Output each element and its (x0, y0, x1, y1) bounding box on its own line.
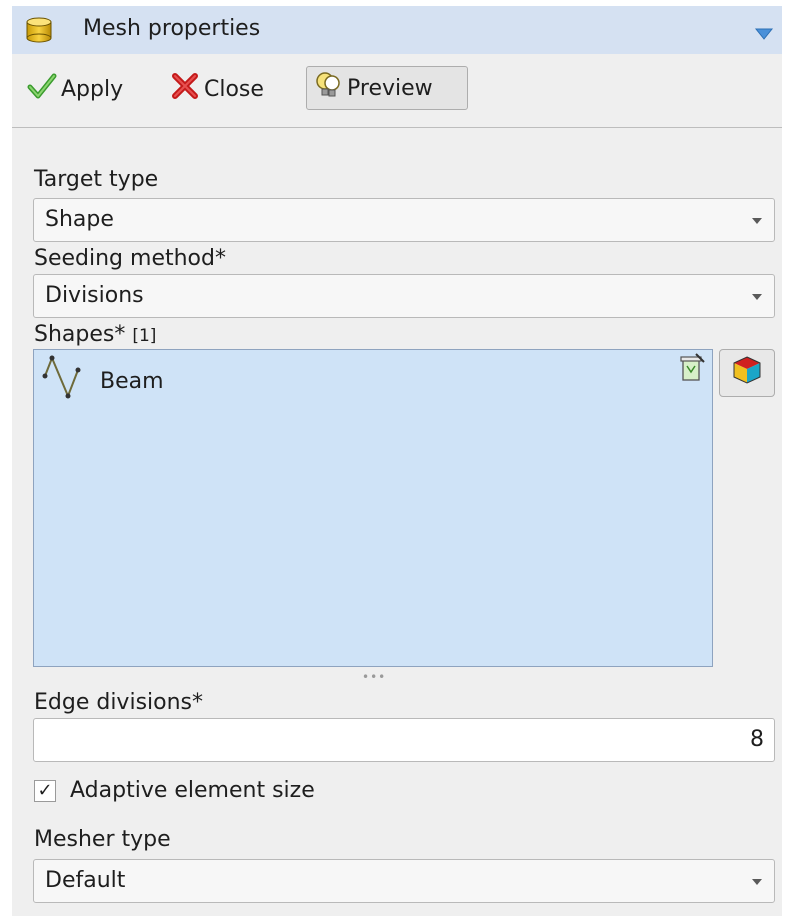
panel-title: Mesh properties (83, 16, 261, 41)
triangle-down-icon[interactable] (754, 22, 774, 47)
adaptive-element-size-label: Adaptive element size (70, 778, 315, 803)
toolbar-divider (12, 127, 782, 128)
clear-list-icon[interactable] (678, 352, 706, 390)
resize-grip[interactable]: ••• (362, 670, 386, 684)
shapes-label: Shapes* [1] (34, 322, 156, 347)
target-type-label: Target type (34, 167, 159, 192)
shapes-count: [1] (132, 326, 157, 346)
apply-button[interactable]: Apply (27, 66, 123, 112)
shapes-label-text: Shapes* (34, 322, 126, 347)
checkmark-icon (27, 72, 57, 106)
polyline-icon (40, 354, 88, 408)
edge-divisions-value: 8 (750, 727, 764, 752)
mesher-type-select[interactable]: Default (33, 859, 775, 903)
shape-name: Beam (100, 368, 164, 394)
panel-header[interactable]: Mesh properties (12, 6, 782, 54)
shapes-list[interactable]: Beam (33, 349, 713, 667)
cube-icon (731, 354, 763, 392)
mesher-type-label: Mesher type (34, 827, 171, 852)
chevron-down-icon (752, 294, 762, 300)
target-type-value: Shape (45, 207, 114, 232)
list-item[interactable]: Beam (40, 354, 164, 408)
mesher-type-value: Default (45, 868, 126, 893)
pick-shape-button[interactable] (719, 349, 775, 397)
close-label: Close (204, 76, 264, 102)
checkbox-box[interactable]: ✓ (34, 779, 56, 802)
adaptive-element-size-checkbox[interactable]: ✓ Adaptive element size (34, 778, 315, 803)
database-cylinder-icon (24, 16, 54, 50)
edge-divisions-input[interactable]: 8 (33, 718, 775, 762)
chevron-down-icon (752, 879, 762, 885)
preview-button[interactable]: Preview (306, 66, 468, 110)
seeding-method-select[interactable]: Divisions (33, 274, 775, 318)
red-x-icon (170, 72, 200, 106)
preview-label: Preview (347, 75, 433, 101)
apply-label: Apply (61, 76, 124, 102)
lightbulb-icon (313, 70, 343, 106)
seeding-method-label: Seeding method* (34, 246, 226, 271)
edge-divisions-label: Edge divisions* (34, 690, 204, 715)
close-button[interactable]: Close (170, 66, 264, 112)
chevron-down-icon (752, 218, 762, 224)
target-type-select[interactable]: Shape (33, 198, 775, 242)
mesh-properties-panel: Mesh properties Apply Close Preview Targ… (12, 6, 782, 916)
seeding-method-value: Divisions (45, 283, 144, 308)
